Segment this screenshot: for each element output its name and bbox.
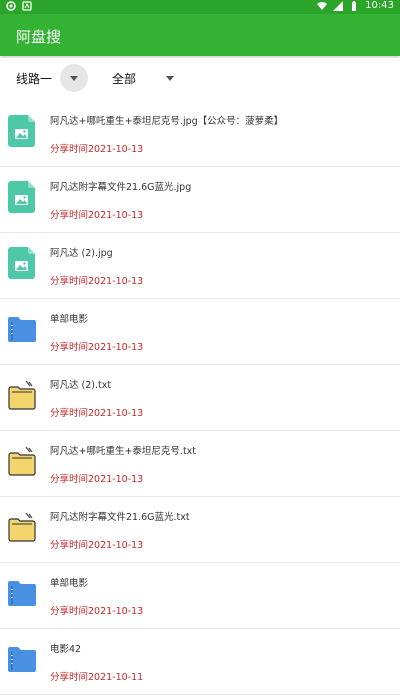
notification-icon <box>6 1 16 11</box>
folder-icon <box>8 577 36 609</box>
file-name: 单部电影 <box>50 314 89 325</box>
text-file-icon <box>8 379 36 411</box>
share-date: 分享时间2021-10-11 <box>50 672 144 683</box>
battery-icon <box>352 0 357 11</box>
route-dropdown-label: 线路一 <box>16 71 53 86</box>
file-name: 阿凡达+哪吒重生+泰坦尼克号.txt <box>50 446 197 457</box>
route-dropdown[interactable]: 线路一 <box>16 62 89 94</box>
share-date: 分享时间2021-10-13 <box>50 474 144 485</box>
file-name: 阿凡达 (2).jpg <box>50 248 113 259</box>
file-name: 阿凡达附字幕文件21.6G蓝光.jpg <box>50 182 192 193</box>
share-date: 分享时间2021-10-13 <box>50 276 144 287</box>
file-list: 阿凡达+哪吒重生+泰坦尼克号.jpg【公众号：菠萝柔】 分享时间2021-10-1… <box>0 101 400 695</box>
share-date: 分享时间2021-10-13 <box>50 210 144 221</box>
file-list-item[interactable]: 单部电影分享时间2021-10-13 <box>0 563 400 629</box>
status-bar: 10:43 <box>0 0 400 14</box>
image-file-icon <box>8 181 36 213</box>
folder-icon <box>8 643 36 675</box>
share-date: 分享时间2021-10-13 <box>50 144 144 155</box>
chevron-down-icon <box>70 75 79 81</box>
chevron-down-icon <box>166 75 175 81</box>
filter-bar: 线路一 全部 <box>0 58 400 98</box>
category-dropdown-label: 全部 <box>112 71 137 86</box>
app-notification-icon <box>22 1 32 11</box>
file-list-item[interactable]: 电影42 分享时间2021-10-11 <box>0 629 400 695</box>
file-list-item[interactable]: 阿凡达附字幕文件21.6G蓝光.jpg 分享时间2021-10-13 <box>0 167 400 233</box>
wifi-icon <box>317 1 328 10</box>
file-name: 单部电影 <box>50 578 89 589</box>
file-name: 阿凡达附字幕文件21.6G蓝光.txt <box>50 512 190 523</box>
category-dropdown[interactable]: 全部 <box>112 62 175 94</box>
share-date: 分享时间2021-10-13 <box>50 342 144 353</box>
app-bar: 阿盘搜 <box>0 14 400 56</box>
share-date: 分享时间2021-10-13 <box>50 408 144 419</box>
text-file-icon <box>8 511 36 543</box>
file-list-item[interactable]: 阿凡达附字幕文件21.6G蓝光.txt 分享时间2021-10-13 <box>0 497 400 563</box>
share-date: 分享时间2021-10-13 <box>50 606 144 617</box>
route-dropdown-button[interactable] <box>60 64 89 92</box>
text-file-icon <box>8 445 36 477</box>
file-list-item[interactable]: 阿凡达 (2).jpg 分享时间2021-10-13 <box>0 233 400 299</box>
file-list-item[interactable]: 阿凡达+哪吒重生+泰坦尼克号.txt 分享时间2021-10-13 <box>0 431 400 497</box>
app-title: 阿盘搜 <box>16 28 62 46</box>
file-list-item[interactable]: 阿凡达 (2).txt 分享时间2021-10-13 <box>0 365 400 431</box>
folder-icon <box>8 313 36 345</box>
file-list-item[interactable]: 单部电影分享时间2021-10-13 <box>0 299 400 365</box>
file-name: 阿凡达+哪吒重生+泰坦尼克号.jpg【公众号：菠萝柔】 <box>50 116 284 127</box>
image-file-icon <box>8 247 36 279</box>
status-time: 10:43 <box>365 0 394 11</box>
file-name: 阿凡达 (2).txt <box>50 380 112 391</box>
file-name: 电影42 <box>50 644 82 655</box>
signal-icon <box>333 0 344 11</box>
image-file-icon <box>8 115 36 147</box>
file-list-item[interactable]: 阿凡达+哪吒重生+泰坦尼克号.jpg【公众号：菠萝柔】 分享时间2021-10-1… <box>0 101 400 167</box>
share-date: 分享时间2021-10-13 <box>50 540 144 551</box>
